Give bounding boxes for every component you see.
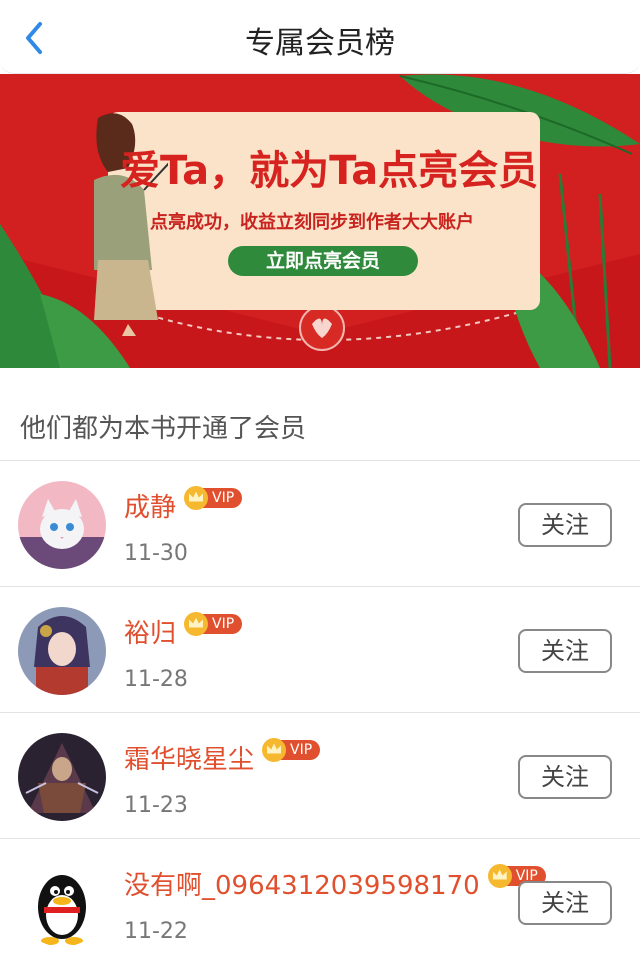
- header-bar: 专属会员榜: [0, 0, 640, 74]
- follow-button[interactable]: 关注: [518, 503, 612, 547]
- member-name-line: 成静 VIP: [124, 485, 243, 524]
- list-item[interactable]: 没有啊_0964312039598170 VIP 11-22 关注: [0, 838, 640, 962]
- list-item[interactable]: 霜华晓星尘 VIP 11-23 关注: [0, 712, 640, 838]
- girl-avatar-image: [18, 607, 106, 695]
- banner-subtitle: 点亮成功，收益立刻同步到作者大大账户: [150, 212, 474, 233]
- page-title: 专属会员榜: [245, 26, 395, 61]
- vip-badge: VIP: [262, 737, 321, 762]
- member-name-line: 裕归 VIP: [124, 611, 243, 650]
- avatar[interactable]: [18, 481, 106, 569]
- warrior-avatar-image: [18, 733, 106, 821]
- follow-button[interactable]: 关注: [518, 881, 612, 925]
- promo-banner[interactable]: 爱Ta，就为Ta点亮会员 点亮成功，收益立刻同步到作者大大账户 立即点亮会员: [0, 74, 640, 368]
- vip-badge: VIP: [184, 485, 243, 510]
- avatar[interactable]: [18, 859, 106, 947]
- follow-button[interactable]: 关注: [518, 755, 612, 799]
- crown-icon: [184, 611, 209, 636]
- cat-avatar-image: [18, 481, 106, 569]
- follow-button[interactable]: 关注: [518, 629, 612, 673]
- member-name-line: 霜华晓星尘 VIP: [124, 737, 321, 776]
- list-item[interactable]: 成静 VIP 11-30 关注: [0, 460, 640, 586]
- member-name[interactable]: 成静: [124, 487, 176, 524]
- member-name[interactable]: 没有啊_0964312039598170: [124, 865, 480, 902]
- avatar[interactable]: [18, 733, 106, 821]
- list-item[interactable]: 裕归 VIP 11-28 关注: [0, 586, 640, 712]
- member-name[interactable]: 霜华晓星尘: [124, 739, 254, 776]
- member-name[interactable]: 裕归: [124, 613, 176, 650]
- avatar[interactable]: [18, 607, 106, 695]
- crown-icon: [262, 737, 287, 762]
- vip-badge: VIP: [184, 611, 243, 636]
- crown-icon: [184, 485, 209, 510]
- member-list: 成静 VIP 11-30 关注 裕归 VIP 11-28 关注 霜华晓星尘 VI…: [0, 460, 640, 962]
- member-date: 11-28: [124, 667, 188, 692]
- member-date: 11-30: [124, 541, 188, 566]
- member-name-line: 没有啊_0964312039598170 VIP: [124, 863, 546, 902]
- banner-headline: 爱Ta，就为Ta点亮会员: [120, 148, 539, 194]
- crown-icon: [487, 863, 512, 888]
- light-up-vip-button[interactable]: 立即点亮会员: [228, 246, 418, 276]
- member-date: 11-23: [124, 793, 188, 818]
- penguin-avatar-image: [18, 859, 106, 947]
- member-date: 11-22: [124, 919, 188, 944]
- section-title: 他们都为本书开通了会员: [20, 414, 307, 444]
